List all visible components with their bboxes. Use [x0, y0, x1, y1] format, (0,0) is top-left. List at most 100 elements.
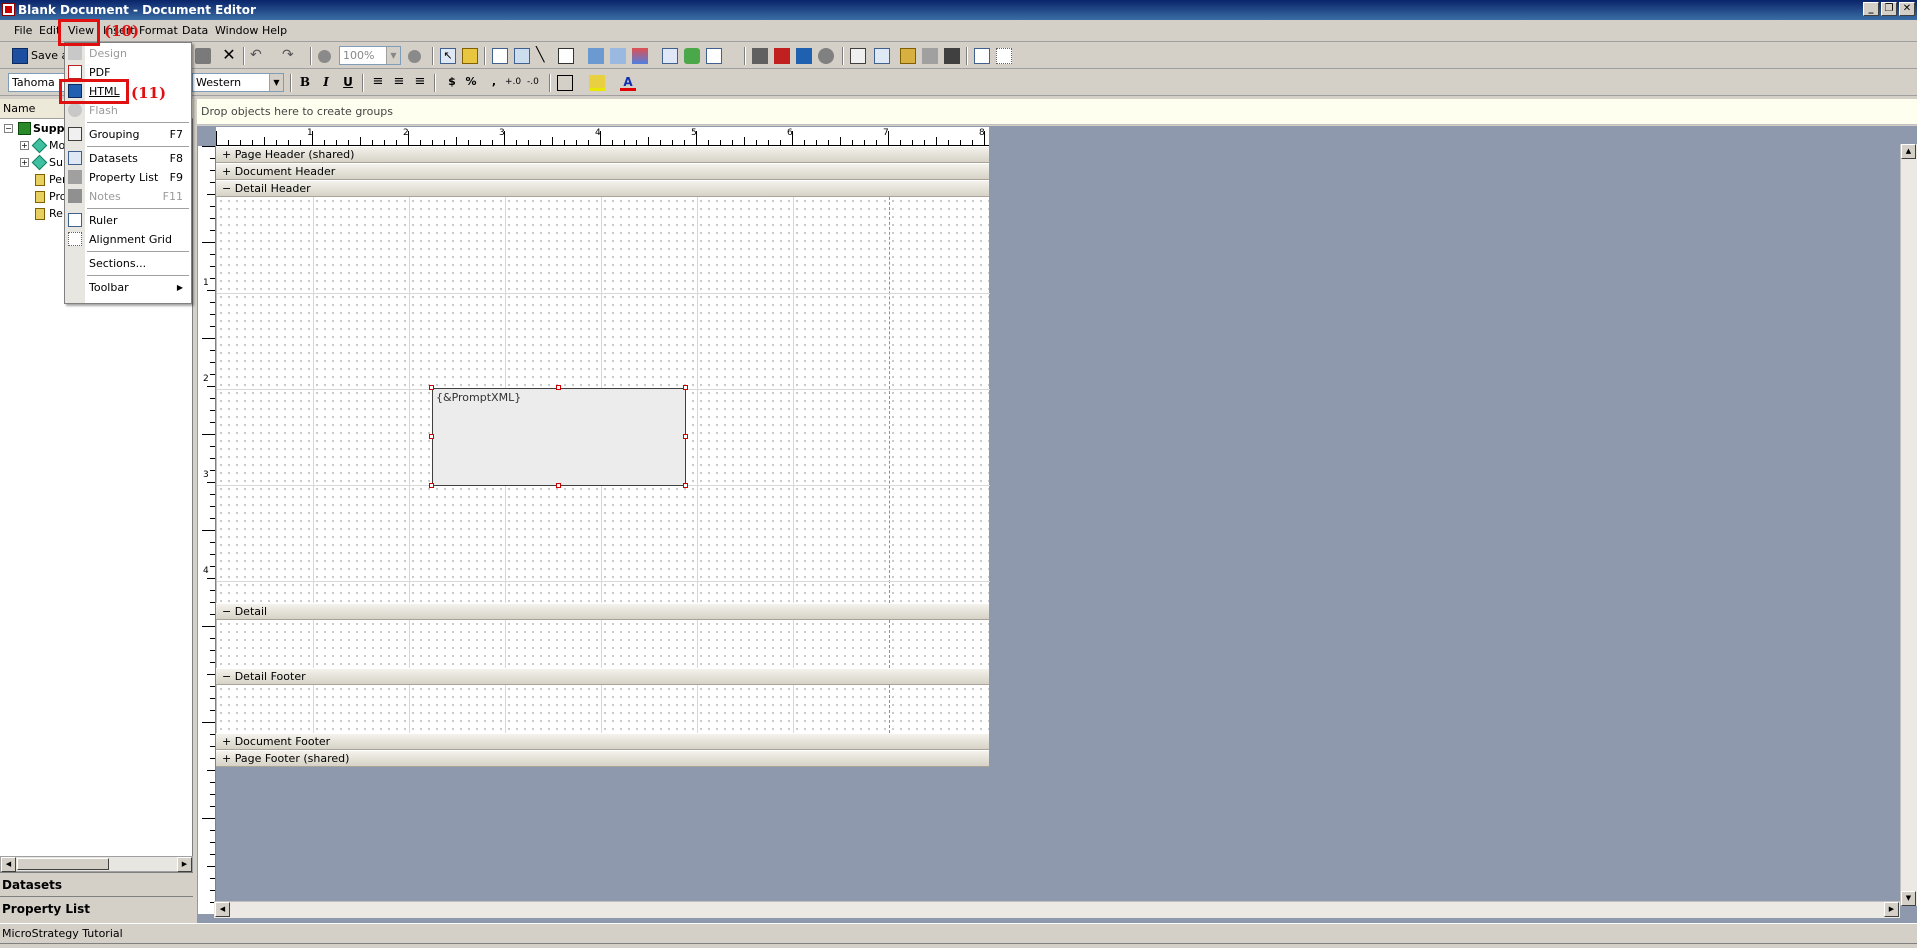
scroll-right-icon[interactable]: ▶	[1884, 902, 1899, 917]
grouping-drop-zone[interactable]: Drop objects here to create groups	[197, 99, 1917, 125]
table-icon[interactable]	[610, 48, 626, 64]
zoom-in-icon[interactable]	[408, 50, 421, 63]
text-field-icon[interactable]	[492, 48, 508, 64]
menu-item-grouping[interactable]: Grouping F7	[65, 126, 191, 144]
resize-handle[interactable]	[556, 483, 561, 488]
detail-footer-area[interactable]	[216, 685, 989, 733]
menu-format[interactable]: Format	[139, 24, 178, 37]
cut-icon[interactable]	[195, 48, 211, 64]
bold-icon[interactable]: B	[297, 75, 313, 91]
font-select[interactable]: Tahoma	[8, 73, 66, 92]
font-color-icon[interactable]: A	[620, 75, 636, 91]
save-button-label[interactable]: Save a	[31, 49, 68, 62]
resize-handle[interactable]	[429, 385, 434, 390]
section-detail-header[interactable]: − Detail Header	[216, 180, 989, 197]
grouping-icon[interactable]	[850, 48, 866, 64]
resize-handle[interactable]	[429, 434, 434, 439]
comma-format-icon[interactable]: ,	[486, 75, 502, 91]
line-icon[interactable]: ╲	[536, 48, 552, 64]
detail-area[interactable]	[216, 620, 989, 668]
scroll-left-icon[interactable]: ◀	[215, 902, 230, 917]
decrease-decimal-icon[interactable]: -.0	[527, 75, 543, 91]
datasets-panel-icon[interactable]	[874, 48, 890, 64]
section-detail-footer[interactable]: − Detail Footer	[216, 668, 989, 685]
save-icon[interactable]	[12, 48, 28, 64]
resize-handle[interactable]	[683, 483, 688, 488]
notes-icon[interactable]	[944, 48, 960, 64]
scroll-down-icon[interactable]: ▼	[1901, 891, 1916, 906]
fill-color-icon[interactable]	[589, 75, 605, 91]
graph-icon[interactable]	[632, 48, 648, 64]
selector-icon[interactable]	[706, 48, 722, 64]
section-page-footer[interactable]: + Page Footer (shared)	[216, 750, 989, 767]
menu-file[interactable]: File	[14, 24, 32, 37]
close-button[interactable]: ✕	[1899, 2, 1915, 16]
resize-handle[interactable]	[683, 385, 688, 390]
ruler-icon[interactable]	[974, 48, 990, 64]
currency-format-icon[interactable]: $	[444, 75, 460, 91]
canvas-horizontal-scrollbar[interactable]: ◀ ▶	[214, 901, 1900, 918]
delete-icon[interactable]: ✕	[221, 47, 237, 64]
section-page-header[interactable]: + Page Header (shared)	[216, 146, 989, 163]
align-center-icon[interactable]: ≡	[391, 75, 407, 91]
widget-icon[interactable]	[684, 48, 700, 64]
menu-item-design[interactable]: Design	[65, 45, 191, 63]
scroll-thumb[interactable]	[17, 858, 109, 870]
datasets-tab[interactable]: Datasets	[0, 872, 193, 896]
menu-window[interactable]: Window	[215, 24, 258, 37]
zoom-select[interactable]: 100% ▼	[339, 46, 401, 65]
section-document-footer[interactable]: + Document Footer	[216, 733, 989, 750]
menu-item-datasets[interactable]: Datasets F8	[65, 150, 191, 168]
scroll-right-icon[interactable]: ▶	[177, 857, 192, 872]
restore-button[interactable]: ❐	[1881, 2, 1897, 16]
attribute-icon	[35, 191, 45, 203]
menu-item-flash[interactable]: Flash	[65, 102, 191, 120]
resize-handle[interactable]	[429, 483, 434, 488]
prompt-xml-text-field[interactable]: {&PromptXML}	[432, 388, 686, 486]
resize-handle[interactable]	[683, 434, 688, 439]
undo-icon[interactable]: ↶	[250, 48, 266, 64]
menu-item-alignment-grid[interactable]: Alignment Grid	[65, 231, 191, 249]
panel-icon[interactable]	[662, 48, 678, 64]
alignment-grid-icon[interactable]	[996, 48, 1012, 64]
percent-format-icon[interactable]: %	[463, 75, 479, 91]
left-panel-scrollbar[interactable]: ◀ ▶	[0, 856, 193, 872]
rectangle-icon[interactable]	[558, 48, 574, 64]
align-left-icon[interactable]: ≡	[370, 75, 386, 91]
select-pointer-icon[interactable]: ↖	[440, 48, 456, 64]
menu-item-ruler[interactable]: Ruler	[65, 212, 191, 230]
property-list-icon[interactable]	[900, 48, 916, 64]
menu-data[interactable]: Data	[182, 24, 208, 37]
scroll-up-icon[interactable]: ▲	[1901, 144, 1916, 159]
increase-decimal-icon[interactable]: +.0	[505, 75, 521, 91]
tools-icon[interactable]	[922, 48, 938, 64]
title-bar: Blank Document - Document Editor _ ❐ ✕	[0, 0, 1917, 20]
section-document-header[interactable]: + Document Header	[216, 163, 989, 180]
section-detail[interactable]: − Detail	[216, 603, 989, 620]
canvas-vertical-scrollbar[interactable]: ▲ ▼	[1900, 144, 1917, 906]
lock-icon[interactable]	[462, 48, 478, 64]
html-view-icon[interactable]	[796, 48, 812, 64]
export-icon[interactable]	[752, 48, 768, 64]
grid-icon[interactable]	[588, 48, 604, 64]
property-list-tab[interactable]: Property List	[0, 896, 193, 920]
redo-icon[interactable]: ↷	[282, 48, 298, 64]
menu-help[interactable]: Help	[262, 24, 287, 37]
annotation-box-view	[58, 19, 100, 46]
charset-select[interactable]: Western ▼	[192, 73, 284, 92]
scroll-left-icon[interactable]: ◀	[1, 857, 16, 872]
italic-icon[interactable]: I	[318, 75, 334, 91]
zoom-out-icon[interactable]	[318, 50, 331, 63]
minimize-button[interactable]: _	[1863, 2, 1879, 16]
flash-view-icon[interactable]	[818, 48, 834, 64]
menu-item-sections[interactable]: Sections...	[65, 255, 191, 273]
border-icon[interactable]	[557, 75, 573, 91]
resize-handle[interactable]	[556, 385, 561, 390]
menu-item-notes[interactable]: Notes F11	[65, 188, 191, 206]
menu-item-property-list[interactable]: Property List F9	[65, 169, 191, 187]
menu-item-toolbar[interactable]: Toolbar ▶	[65, 279, 191, 297]
pdf-export-icon[interactable]	[774, 48, 790, 64]
image-icon[interactable]	[514, 48, 530, 64]
underline-icon[interactable]: U	[340, 75, 356, 91]
align-right-icon[interactable]: ≡	[412, 75, 428, 91]
